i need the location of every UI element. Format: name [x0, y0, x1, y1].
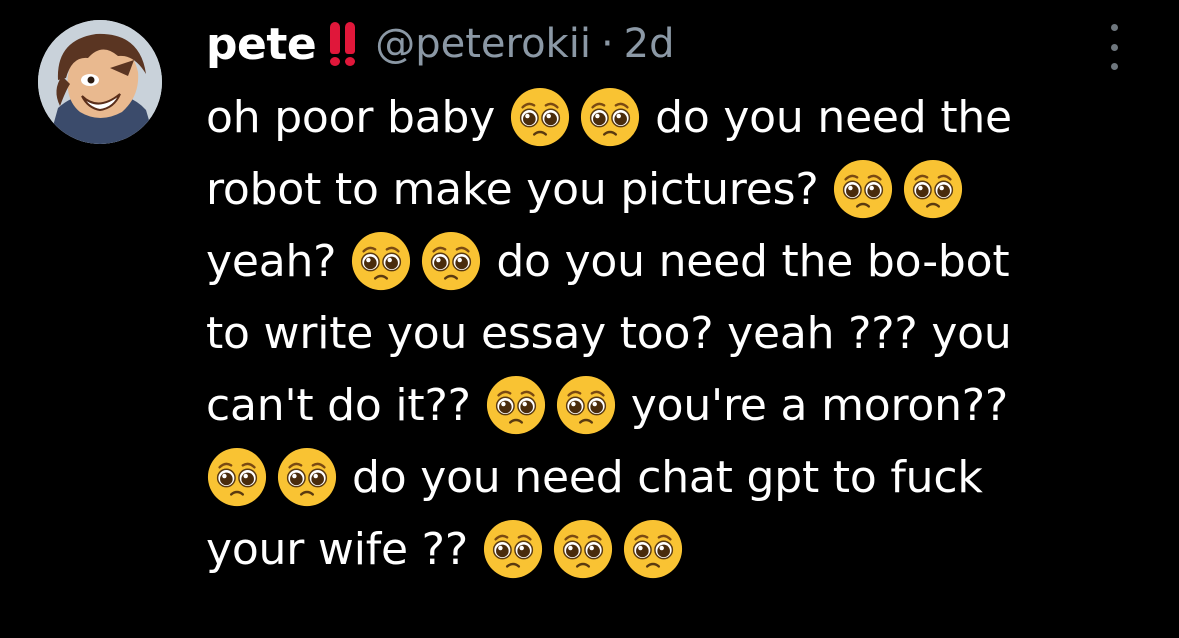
pleading-face-icon	[276, 446, 338, 508]
tweet-text-line: can't do it?? you're a moron??	[206, 372, 1008, 438]
pleading-face-icon	[350, 230, 412, 292]
pleading-face-icon	[482, 518, 544, 580]
tweet-text-line: yeah? do you need the bo-bot	[206, 228, 1010, 294]
pleading-face-icon	[555, 374, 617, 436]
pleading-face-icon	[579, 86, 641, 148]
separator-dot: ·	[600, 21, 614, 67]
pleading-face-icon	[832, 158, 894, 220]
tweet-text: do you need the bo-bot	[496, 235, 1010, 287]
vertical-ellipsis-icon[interactable]	[1108, 24, 1120, 70]
tweet-text-line: oh poor baby do you need the	[206, 84, 1012, 150]
tweet-text-line: to write you essay too? yeah ??? you	[206, 300, 1012, 366]
tweet-text: robot to make you pictures?	[206, 163, 819, 215]
tweet-text: your wife ??	[206, 523, 468, 575]
tweet-text: oh poor baby	[206, 91, 496, 143]
pleading-face-icon	[485, 374, 547, 436]
tweet-text-line: robot to make you pictures?	[206, 156, 964, 222]
timestamp[interactable]: 2d	[624, 21, 675, 67]
pleading-face-icon	[206, 446, 268, 508]
tweet-card[interactable]: pete @peterokii · 2d oh poor baby do you…	[0, 0, 1179, 638]
avatar[interactable]	[38, 20, 162, 144]
tweet-text-line: your wife ??	[206, 516, 684, 582]
tweet-header: pete @peterokii · 2d	[206, 14, 675, 74]
tweet-text: can't do it??	[206, 379, 471, 431]
pleading-face-icon	[902, 158, 964, 220]
display-name[interactable]: pete	[206, 19, 317, 70]
pleading-face-icon	[552, 518, 614, 580]
tweet-text: yeah?	[206, 235, 337, 287]
pleading-face-icon	[622, 518, 684, 580]
tweet-text: do you need the	[655, 91, 1012, 143]
avatar-illustration-icon	[38, 20, 162, 144]
user-handle[interactable]: @peterokii	[375, 21, 591, 67]
pleading-face-icon	[509, 86, 571, 148]
double-exclamation-icon	[330, 22, 356, 66]
pleading-face-icon	[420, 230, 482, 292]
tweet-text: do you need chat gpt to fuck	[352, 451, 983, 503]
tweet-text: you're a moron??	[630, 379, 1009, 431]
tweet-text-line: do you need chat gpt to fuck	[206, 444, 983, 510]
tweet-text: to write you essay too? yeah ??? you	[206, 307, 1012, 359]
